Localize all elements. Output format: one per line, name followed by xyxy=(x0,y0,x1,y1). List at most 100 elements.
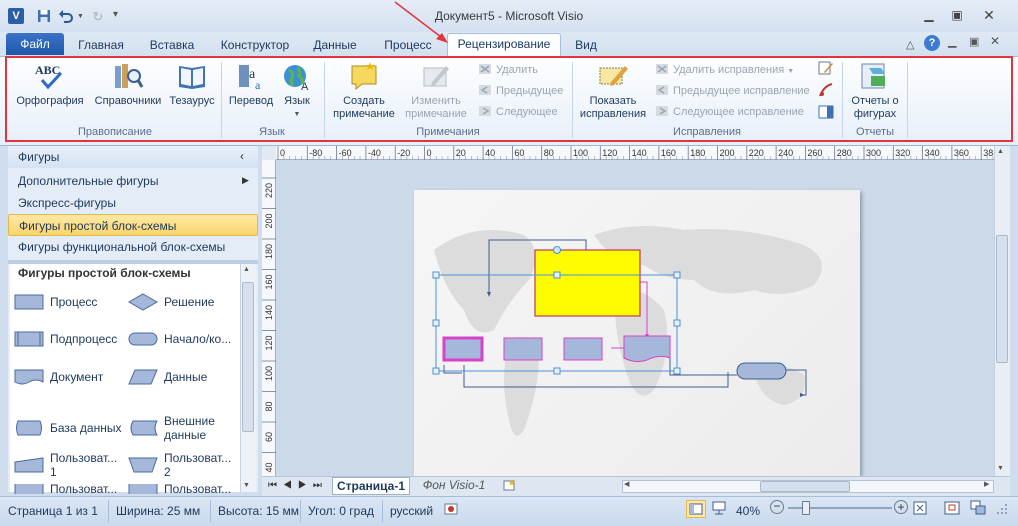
group-separator xyxy=(572,62,573,138)
shape-database[interactable]: База данных xyxy=(14,410,126,446)
research-button[interactable]: Справочники xyxy=(90,60,166,126)
doc-restore-icon[interactable]: ▣ xyxy=(969,35,979,48)
shape-data[interactable]: Данные xyxy=(128,359,240,395)
tab-data[interactable]: Данные xyxy=(304,36,366,56)
previous-comment-button: Предыдущее xyxy=(478,82,563,100)
shape-custom-3[interactable]: Пользоват... xyxy=(14,484,126,494)
hruler-label: -60 xyxy=(339,148,352,158)
shape-decision[interactable]: Решение xyxy=(128,284,240,320)
shape-custom-1[interactable]: Пользоват... 1 xyxy=(14,447,126,483)
zoom-out-icon[interactable]: − xyxy=(770,500,784,514)
hscroll-thumb[interactable] xyxy=(760,481,850,492)
tab-insert[interactable]: Вставка xyxy=(140,36,204,56)
show-markup-icon xyxy=(599,66,628,86)
custom4-shape-icon xyxy=(128,484,158,494)
close-icon[interactable]: ✕ xyxy=(975,6,1003,24)
spelling-button[interactable]: ABC Орфография xyxy=(12,60,88,126)
status-height[interactable]: Высота: 15 мм xyxy=(218,504,299,518)
status-page[interactable]: Страница 1 из 1 xyxy=(8,504,98,518)
tab-home[interactable]: Главная xyxy=(68,36,134,56)
tab-view[interactable]: Вид xyxy=(566,36,606,56)
switch-windows-icon[interactable] xyxy=(970,500,986,516)
new-comment-button[interactable]: Создать примечание xyxy=(330,60,398,126)
shape-document[interactable]: Документ xyxy=(14,359,126,395)
scroll-up-icon[interactable]: ▲ xyxy=(243,266,250,273)
resize-grip-icon[interactable] xyxy=(993,500,1009,516)
thesaurus-button[interactable]: Тезаурус xyxy=(168,60,216,126)
vscroll-up-icon[interactable]: ▲ xyxy=(997,148,1004,155)
hruler-label: 0 xyxy=(427,148,432,158)
status-width[interactable]: Ширина: 25 мм xyxy=(116,504,200,518)
normal-view-button[interactable] xyxy=(686,500,706,518)
presentation-view-button[interactable] xyxy=(710,500,730,518)
tab-review[interactable]: Рецензирование xyxy=(447,33,561,57)
zoom-in-icon[interactable]: + xyxy=(894,500,908,514)
spelling-icon: ABC xyxy=(35,63,63,90)
minimize-icon[interactable]: ▁ xyxy=(915,6,943,24)
status-angle[interactable]: Угол: 0 град xyxy=(308,504,374,518)
shape-reports-button[interactable]: Отчеты о фигурах xyxy=(846,60,904,126)
hruler-label: 80 xyxy=(544,148,554,158)
minimize-ribbon-icon[interactable]: △ xyxy=(906,38,914,51)
macro-record-icon[interactable] xyxy=(444,502,458,516)
more-shapes-item[interactable]: Дополнительные фигуры xyxy=(8,170,258,192)
shape-external-data[interactable]: Внешние данные xyxy=(128,410,240,446)
help-icon[interactable]: ? xyxy=(924,35,940,51)
tab-design[interactable]: Конструктор xyxy=(212,36,298,56)
restore-icon[interactable]: ▣ xyxy=(943,6,971,24)
doc-minimize-icon[interactable]: ▁ xyxy=(948,35,956,48)
status-language[interactable]: русский xyxy=(390,504,433,518)
scroll-down-icon[interactable]: ▼ xyxy=(243,482,250,489)
next-comment-label: Следующее xyxy=(496,106,558,118)
new-comment-label-1: Создать xyxy=(343,95,385,107)
zoom-slider-thumb[interactable] xyxy=(802,501,810,515)
quick-shapes-item[interactable]: Экспресс-фигуры xyxy=(8,192,258,214)
external-data-shape-icon xyxy=(130,420,158,436)
stencil-cross-functional[interactable]: Фигуры функциональной блок-схемы xyxy=(8,236,258,258)
previous-comment-icon xyxy=(479,85,491,95)
shape-terminator[interactable]: Начало/ко... xyxy=(128,321,240,357)
hruler-label: 320 xyxy=(895,148,910,158)
markup-group-label: Исправления xyxy=(673,126,741,138)
vscroll-thumb[interactable] xyxy=(996,235,1008,363)
vruler-label: 120 xyxy=(264,335,274,350)
translate-button[interactable]: aa Перевод xyxy=(226,60,276,126)
vruler-label: 80 xyxy=(264,401,274,411)
ink-markup-icon[interactable] xyxy=(818,82,834,98)
hruler-label: 0 xyxy=(280,148,285,158)
edit-comment-label-2: примечание xyxy=(405,108,467,120)
shape-data-label: Данные xyxy=(164,370,208,384)
reviewing-pane-icon[interactable] xyxy=(818,104,834,120)
pan-zoom-icon[interactable] xyxy=(944,500,960,516)
hscroll-right-icon[interactable]: ▶ xyxy=(984,480,989,488)
vruler-label: 100 xyxy=(264,366,274,381)
shape-subprocess[interactable]: Подпроцесс xyxy=(14,321,126,357)
shape-process[interactable]: Процесс xyxy=(14,284,126,320)
doc-close-icon[interactable]: ✕ xyxy=(990,34,1000,48)
page-tab-background[interactable]: Фон Visio-1 xyxy=(414,477,494,495)
page-nav-icons[interactable]: ⏮◀▶⏭ xyxy=(268,480,328,491)
collapse-pane-icon[interactable]: ‹ xyxy=(240,149,244,163)
vscroll-down-icon[interactable]: ▼ xyxy=(997,465,1004,472)
insert-page-icon[interactable] xyxy=(503,479,517,491)
hruler-label: 360 xyxy=(954,148,969,158)
hruler-label: 240 xyxy=(778,148,793,158)
fit-page-icon[interactable] xyxy=(912,500,928,516)
shape-subprocess-label: Подпроцесс xyxy=(50,332,118,346)
track-markup-icon[interactable] xyxy=(818,60,834,76)
page-tab-1[interactable]: Страница-1 xyxy=(332,477,410,495)
stencil-basic-flowchart[interactable]: Фигуры простой блок-схемы xyxy=(8,214,258,236)
hscroll-left-icon[interactable]: ◀ xyxy=(624,480,629,488)
stencil-scroll-thumb[interactable] xyxy=(242,282,254,432)
language-button[interactable]: A Язык ▼ xyxy=(278,60,316,126)
show-markup-button[interactable]: Показать исправления xyxy=(576,60,650,126)
shape-custom-4[interactable]: Пользоват... xyxy=(128,484,240,494)
zoom-level[interactable]: 40% xyxy=(736,504,760,518)
vruler-label: 220 xyxy=(264,183,274,198)
process-shape-2 xyxy=(503,337,543,361)
svg-text:ABC: ABC xyxy=(35,63,60,77)
tab-file[interactable]: Файл xyxy=(6,33,64,55)
shape-custom-2[interactable]: Пользоват... 2 xyxy=(128,447,240,483)
more-shapes-arrow-icon: ▶ xyxy=(242,175,249,185)
vruler-label: 60 xyxy=(264,432,274,442)
